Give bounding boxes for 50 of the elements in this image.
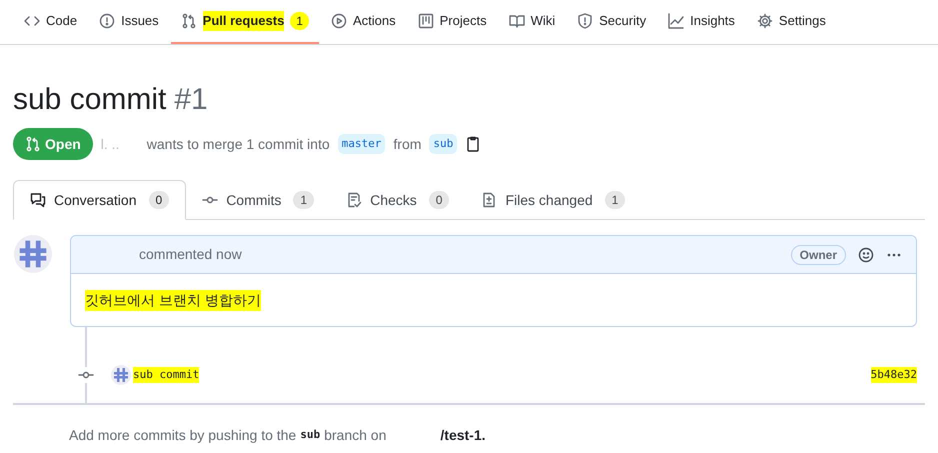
comment-body: 깃허브에서 브랜치 병합하기 bbox=[85, 290, 261, 310]
count-badge: 0 bbox=[428, 191, 450, 209]
repo-nav-tab[interactable]: Code bbox=[14, 0, 88, 44]
pull-request-icon bbox=[180, 13, 197, 29]
repo-nav-tab[interactable]: Projects bbox=[408, 0, 497, 44]
repo-nav-tab[interactable]: Actions bbox=[320, 0, 406, 44]
open-state-badge: Open bbox=[13, 128, 93, 160]
repo-nav-tab[interactable]: Security bbox=[567, 0, 656, 44]
pr-tab[interactable]: Checks 0 bbox=[330, 180, 466, 220]
play-icon bbox=[330, 13, 347, 29]
graph-icon bbox=[668, 13, 684, 29]
pr-tab[interactable]: Commits 1 bbox=[186, 180, 330, 220]
user-avatar[interactable] bbox=[14, 235, 52, 273]
merge-summary: wants to merge 1 commit into bbox=[146, 134, 330, 154]
project-board-icon bbox=[418, 13, 434, 29]
chat-icon bbox=[30, 192, 46, 208]
pull-request-icon bbox=[25, 136, 41, 152]
repo-nav-tab[interactable]: Issues bbox=[89, 0, 169, 44]
branch-name: sub bbox=[300, 427, 320, 444]
issue-icon bbox=[99, 13, 116, 29]
from-text: from bbox=[393, 134, 422, 154]
footer-text: branch on bbox=[324, 426, 386, 445]
commit-author-avatar[interactable] bbox=[111, 365, 131, 385]
repo-link[interactable]: /test-1. bbox=[440, 425, 486, 446]
head-branch[interactable]: sub bbox=[429, 134, 458, 154]
pr-tab[interactable]: Conversation 0 bbox=[13, 180, 186, 220]
diff-icon bbox=[481, 192, 498, 208]
pr-tab[interactable]: Files changed 1 bbox=[465, 180, 642, 220]
count-badge: 1 bbox=[290, 12, 309, 30]
count-badge: 1 bbox=[293, 191, 314, 209]
footer-text: Add more commits by pushing to the bbox=[69, 426, 296, 445]
book-icon bbox=[508, 13, 525, 29]
commit-message[interactable]: sub commit bbox=[133, 366, 200, 384]
shield-icon bbox=[577, 13, 594, 29]
pr-number: #1 bbox=[174, 82, 208, 118]
repo-nav-tab[interactable]: Pull requests 1 bbox=[170, 0, 319, 44]
pr-title: sub commit bbox=[13, 82, 166, 118]
repo-nav-tab[interactable]: Settings bbox=[746, 0, 836, 44]
settings-icon bbox=[756, 13, 773, 29]
copy-icon[interactable] bbox=[465, 136, 482, 152]
comment-header: commented now bbox=[139, 245, 242, 264]
owner-badge: Owner bbox=[790, 244, 846, 264]
emoji-icon[interactable] bbox=[858, 246, 874, 262]
base-branch[interactable]: master bbox=[338, 134, 386, 154]
commit-sha[interactable]: 5b48e32 bbox=[870, 366, 917, 384]
checklist-icon bbox=[346, 192, 362, 208]
repo-nav-tab[interactable]: Wiki bbox=[498, 0, 566, 44]
count-badge: 1 bbox=[604, 191, 626, 209]
count-badge: 0 bbox=[148, 191, 170, 209]
repo-nav-tab[interactable]: Insights bbox=[658, 0, 745, 44]
